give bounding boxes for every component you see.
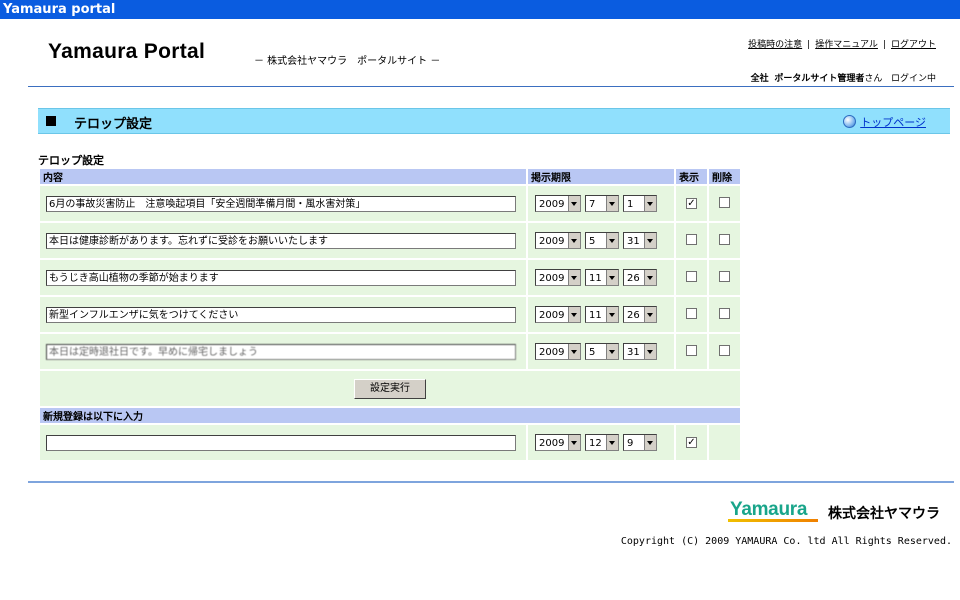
delete-checkbox[interactable] [719,233,730,245]
day-select[interactable]: 31 [623,232,657,249]
telop-text-input[interactable]: 6月の事故災害防止 注意喚起項目「安全週間準備月間・風水害対策」 [46,195,516,212]
day-select[interactable]: 31 [623,343,657,360]
dropdown-arrow-icon [644,233,656,248]
table-row: 本日は定時退社日です。早めに帰宅しましょう 2009 5 31 [40,334,740,369]
manual-link[interactable]: 操作マニュアル [815,40,878,50]
year-select[interactable]: 2009 [535,306,581,323]
telop-text-input[interactable]: 本日は定時退社日です。早めに帰宅しましょう [46,343,516,360]
user-org: 全社 [750,74,769,84]
year-select[interactable]: 2009 [535,434,581,451]
day-select[interactable]: 9 [623,434,657,451]
month-select[interactable]: 5 [585,343,619,360]
dropdown-arrow-icon [568,435,580,450]
window-title: Yamaura portal [0,0,960,19]
dropdown-arrow-icon [644,307,656,322]
link-separator: | [882,40,886,50]
section-bar: テロップ設定 トップページ [38,108,950,134]
dropdown-arrow-icon [606,344,618,359]
user-name: ポータルサイト管理者 [774,74,865,84]
link-separator: | [807,40,811,50]
dropdown-arrow-icon [606,233,618,248]
dropdown-arrow-icon [606,270,618,285]
login-status: ログイン中 [890,74,936,84]
new-telop-text-input[interactable] [46,434,516,451]
user-status: 全社 ポータルサイト管理者さん ログイン中 [751,71,936,84]
top-page-label: トップページ [860,116,926,129]
table-row: 新型インフルエンザに気をつけてください 2009 11 26 [40,297,740,332]
new-entry-row: 2009 12 9 ✓ [40,425,740,460]
display-checkbox[interactable]: ✓ [686,198,697,209]
empty-cell [709,425,740,460]
year-select[interactable]: 2009 [535,343,581,360]
month-select[interactable]: 11 [585,306,619,323]
company-name: 株式会社ヤマウラ [828,506,940,522]
month-select[interactable]: 12 [585,434,619,451]
table-row: 6月の事故災害防止 注意喚起項目「安全週間準備月間・風水害対策」 2009 7 1 … [40,186,740,221]
dropdown-arrow-icon [568,233,580,248]
submit-button[interactable]: 設定実行 [354,378,426,399]
year-select[interactable]: 2009 [535,195,581,212]
dropdown-arrow-icon [644,435,656,450]
header-delete: 削除 [709,169,740,184]
display-checkbox[interactable] [686,233,697,245]
copyright: Copyright (C) 2009 YAMAURA Co. ltd All R… [620,536,952,547]
logout-link[interactable]: ログアウト [891,40,936,50]
footer-divider [28,481,954,483]
table-row: 本日は健康診断があります。忘れずに受診をお願いいたします 2009 5 31 [40,223,740,258]
delete-checkbox[interactable] [719,307,730,319]
header-display: 表示 [676,169,707,184]
dropdown-arrow-icon [606,435,618,450]
display-checkbox[interactable]: ✓ [686,437,697,448]
telop-table: 内容 掲示期限 表示 削除 6月の事故災害防止 注意喚起項目「安全週間準備月間・… [38,167,742,462]
telop-text-input[interactable]: もうじき高山植物の季節が始まります [46,269,516,286]
year-select[interactable]: 2009 [535,232,581,249]
globe-icon [843,115,857,128]
header-content: 内容 [40,169,526,184]
delete-checkbox[interactable] [719,344,730,356]
display-checkbox[interactable] [686,344,697,356]
submit-row: 設定実行 [40,371,740,406]
display-checkbox[interactable] [686,270,697,282]
form-title: テロップ設定 [38,154,104,167]
site-title: Yamaura Portal [48,40,206,63]
user-suffix: さん [864,74,883,84]
section-title: テロップ設定 [74,117,153,132]
telop-text-input[interactable]: 本日は健康診断があります。忘れずに受診をお願いいたします [46,232,516,249]
dropdown-arrow-icon [568,196,580,211]
telop-text-input[interactable]: 新型インフルエンザに気をつけてください [46,306,516,323]
dropdown-arrow-icon [568,307,580,322]
day-select[interactable]: 1 [623,195,657,212]
day-select[interactable]: 26 [623,306,657,323]
delete-checkbox[interactable] [719,196,730,208]
logo-underline [728,519,818,522]
year-select[interactable]: 2009 [535,269,581,286]
month-select[interactable]: 7 [585,195,619,212]
month-select[interactable]: 5 [585,232,619,249]
dropdown-arrow-icon [644,270,656,285]
header-divider [28,86,954,87]
top-page-link[interactable]: トップページ [843,114,926,130]
posting-notes-link[interactable]: 投稿時の注意 [748,40,802,50]
dropdown-arrow-icon [606,196,618,211]
day-select[interactable]: 26 [623,269,657,286]
delete-checkbox[interactable] [719,270,730,282]
dropdown-arrow-icon [568,270,580,285]
header-period: 掲示期限 [528,169,674,184]
square-bullet-icon [46,116,56,126]
table-row: もうじき高山植物の季節が始まります 2009 11 26 [40,260,740,295]
dropdown-arrow-icon [568,344,580,359]
dropdown-arrow-icon [644,196,656,211]
site-subtitle: － 株式会社ヤマウラ ポータルサイト － [254,56,441,67]
yamaura-logo: Yamaura [730,499,808,520]
dropdown-arrow-icon [644,344,656,359]
new-entry-header: 新規登録は以下に入力 [40,408,740,423]
month-select[interactable]: 11 [585,269,619,286]
dropdown-arrow-icon [606,307,618,322]
header-links: 投稿時の注意 | 操作マニュアル | ログアウト [748,37,936,50]
display-checkbox[interactable] [686,307,697,319]
